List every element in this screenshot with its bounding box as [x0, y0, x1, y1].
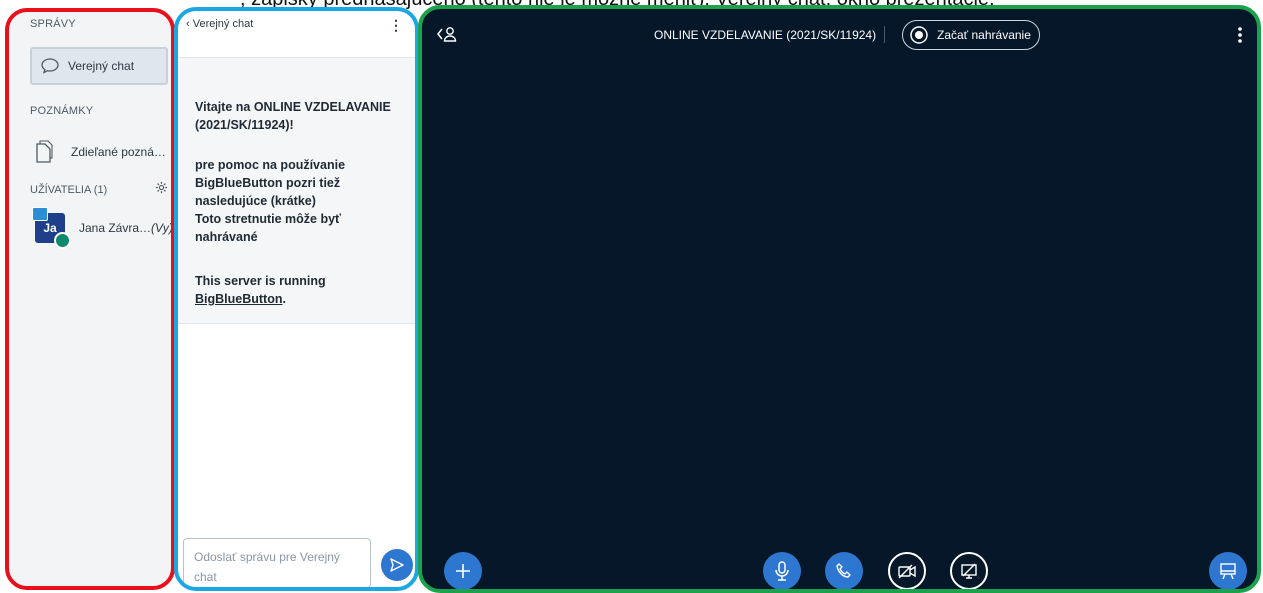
gear-icon[interactable]	[155, 181, 168, 199]
chat-message-input[interactable]: Odoslať správu pre Verejný chat	[183, 538, 371, 587]
sidebar-item-shared-notes[interactable]: Zdieľané pozná…	[35, 136, 171, 168]
user-list-item[interactable]: Ja Jana Závra…(Vy)	[32, 207, 173, 249]
user-name-text: Jana Závra…	[79, 221, 152, 235]
sidebar-item-public-chat[interactable]: Verejný chat	[30, 47, 168, 85]
plus-icon	[456, 564, 470, 578]
send-message-button[interactable]	[381, 549, 413, 581]
start-recording-button[interactable]: Začať nahrávanie	[902, 20, 1040, 50]
audio-phone-button[interactable]	[825, 552, 863, 589]
user-name: Jana Závra…(Vy)	[79, 221, 173, 235]
document-icon	[35, 140, 53, 164]
toggle-users-list-icon[interactable]	[436, 26, 458, 47]
chat-header-title: Verejný chat	[192, 18, 254, 30]
chat-bubble-icon	[40, 57, 60, 75]
server-text-prefix: This server is running	[195, 274, 326, 288]
microphone-icon	[775, 561, 789, 581]
avatar-initials: Ja	[43, 221, 57, 235]
phone-icon	[836, 563, 851, 578]
user-you-tag: (Vy)	[151, 221, 173, 235]
screen-share-button[interactable]	[950, 552, 988, 589]
welcome-prefix: Vitajte na	[195, 100, 254, 114]
recording-text: Toto stretnutie môže byť nahrávané	[195, 212, 342, 244]
avatar: Ja	[32, 207, 71, 249]
record-icon	[910, 26, 928, 44]
options-menu-icon[interactable]	[1237, 26, 1243, 49]
sidebar-panel: SPRÁVY Verejný chat POZNÁMKY Zdieľané po…	[5, 8, 175, 590]
messages-section-title: SPRÁVY	[30, 18, 76, 30]
presentation-area: ONLINE VZDELAVANIE (2021/SK/11924) Začať…	[418, 5, 1261, 593]
help-text: pre pomoc na používanie BigBlueButton po…	[195, 158, 346, 208]
screen-share-off-icon	[961, 563, 977, 579]
header-divider	[884, 26, 885, 43]
users-section-header: UŽÍVATELIA (1)	[30, 181, 168, 199]
main-header: ONLINE VZDELAVANIE (2021/SK/11924) Začať…	[422, 9, 1257, 59]
meeting-title: ONLINE VZDELAVANIE (2021/SK/11924)	[654, 28, 877, 42]
sidebar-item-label: Zdieľané pozná…	[71, 145, 166, 159]
chat-options-icon[interactable]: ⋮	[389, 17, 403, 34]
welcome-line: Vitajte na ONLINE VZDELAVANIE (2021/SK/1…	[195, 98, 400, 134]
microphone-icon	[54, 232, 71, 249]
presenter-icon	[32, 207, 48, 221]
presentation-button[interactable]	[1209, 552, 1247, 589]
chat-panel: ‹ Verejný chat ⋮ Vitajte na ONLINE VZDEL…	[174, 7, 419, 591]
send-icon	[390, 558, 404, 572]
users-section-title: UŽÍVATELIA (1)	[30, 184, 108, 196]
chat-back-button[interactable]: ‹ Verejný chat	[186, 18, 253, 30]
notes-section-title: POZNÁMKY	[30, 105, 94, 117]
welcome-suffix: !	[289, 118, 294, 132]
sidebar-item-label: Verejný chat	[68, 59, 135, 73]
chat-header: ‹ Verejný chat ⋮	[178, 11, 415, 58]
start-recording-label: Začať nahrávanie	[937, 28, 1031, 42]
webcam-button[interactable]	[888, 552, 926, 589]
server-text-suffix: .	[282, 292, 286, 306]
presentation-icon	[1220, 563, 1236, 580]
bigbluebutton-link[interactable]: BigBlueButton	[195, 292, 282, 306]
microphone-button[interactable]	[763, 552, 801, 589]
actions-plus-button[interactable]	[444, 552, 482, 589]
server-text: This server is running BigBlueButton.	[195, 272, 400, 308]
camera-off-icon	[898, 564, 916, 579]
chat-welcome-message: Vitajte na ONLINE VZDELAVANIE (2021/SK/1…	[178, 58, 415, 324]
